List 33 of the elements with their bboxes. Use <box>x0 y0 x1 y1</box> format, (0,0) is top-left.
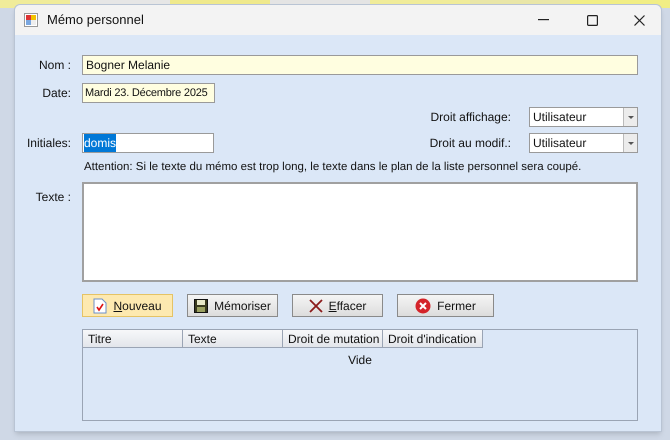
field-label: Date: <box>41 85 71 102</box>
x-icon <box>308 298 323 313</box>
window-title: Mémo personnel <box>47 11 144 30</box>
document-icon <box>93 298 108 314</box>
field-label: Nom : <box>38 57 71 74</box>
close-icon[interactable] <box>634 14 645 26</box>
dropdown[interactable]: Utilisateur <box>529 107 638 127</box>
warning-text: Attention: Si le texte du mémo est trop long, le texte dans le plan de la liste personnel sera coupé. <box>84 160 582 175</box>
close-circle-icon <box>415 298 432 314</box>
column-header[interactable]: Droit de mutation <box>283 330 383 348</box>
name-field[interactable]: Bogner Melanie <box>82 55 638 75</box>
app-icon <box>24 13 38 27</box>
initials-field[interactable]: domis <box>82 133 214 153</box>
field-value: domis <box>84 134 116 152</box>
close-button[interactable]: Fermer <box>397 294 494 318</box>
column-header[interactable]: Texte <box>183 330 283 348</box>
field-label: Initiales: <box>26 135 71 152</box>
memo-text-area[interactable] <box>82 182 638 282</box>
field-label: Texte : <box>34 189 71 204</box>
new-button[interactable]: Nouveau <box>82 294 173 318</box>
field-label: Droit affichage: <box>430 109 511 126</box>
minimize-icon[interactable] <box>538 19 549 21</box>
field-label: Droit au modif.: <box>430 135 511 152</box>
dropdown-arrow-icon <box>628 142 634 144</box>
maximize-icon[interactable] <box>587 14 598 26</box>
column-header[interactable]: Droit d'indication <box>383 330 483 348</box>
save-button[interactable]: Mémoriser <box>187 294 278 318</box>
column-header[interactable]: Titre <box>83 330 183 348</box>
dropdown[interactable]: Utilisateur <box>529 133 638 153</box>
delete-button[interactable]: Effacer <box>292 294 383 318</box>
dropdown-arrow-icon <box>628 116 634 118</box>
empty-list-text: Vide <box>348 352 372 370</box>
date-field[interactable]: Mardi 23. Décembre 2025 <box>82 83 215 103</box>
